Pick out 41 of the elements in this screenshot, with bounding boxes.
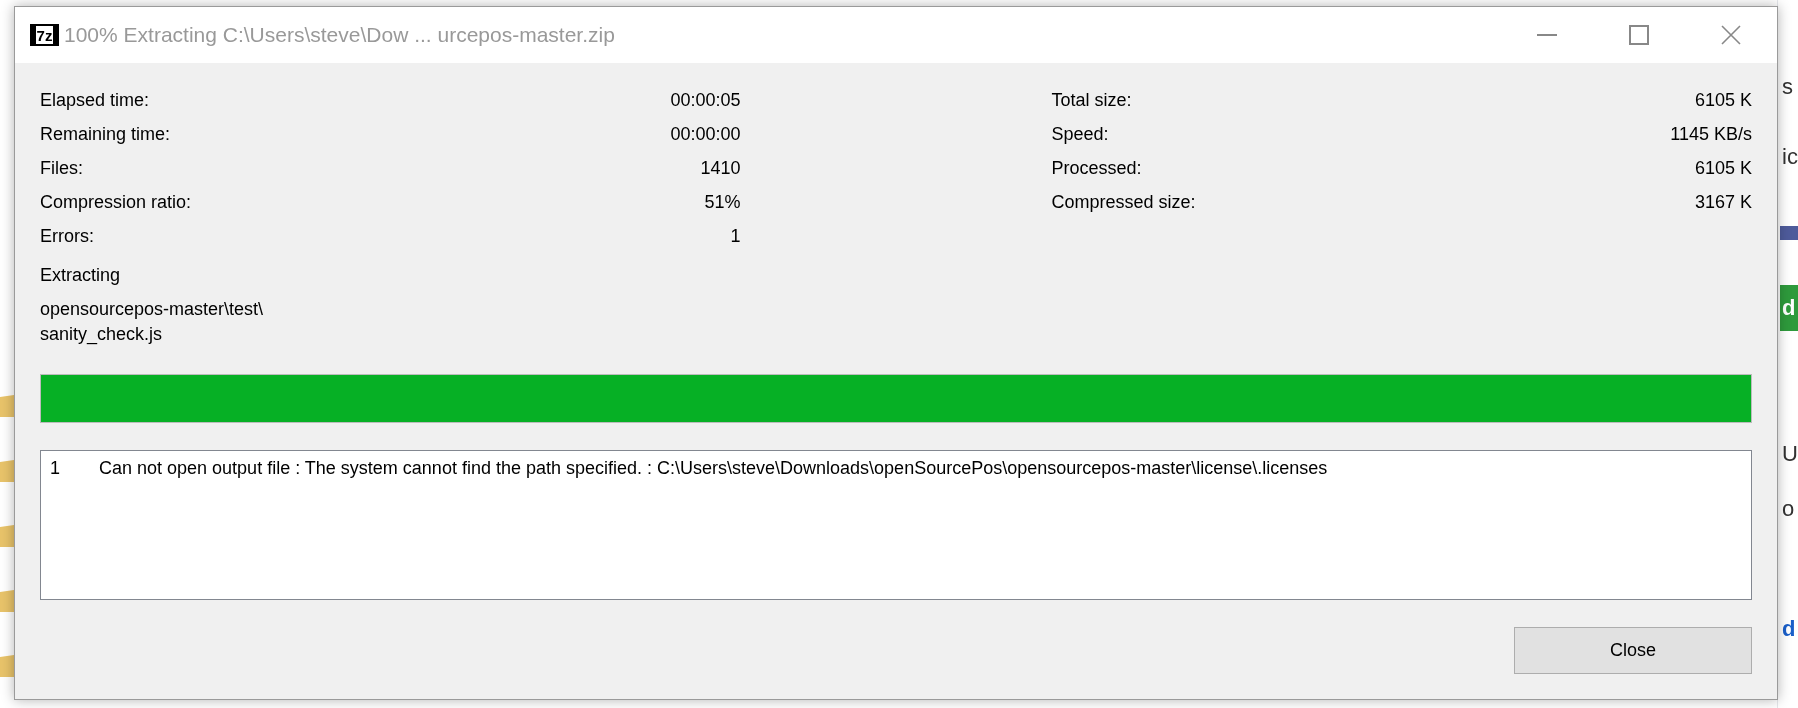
- stat-label: Total size:: [1051, 88, 1132, 112]
- folder-icon: [0, 655, 14, 677]
- close-icon: [1721, 25, 1741, 45]
- fragment-button[interactable]: d: [1780, 285, 1798, 331]
- stat-label: Compression ratio:: [40, 190, 192, 214]
- stat-label: Remaining time:: [40, 122, 171, 146]
- file-path: opensourcepos-master\test\: [40, 298, 265, 321]
- stat-value: 1145 KB/s: [1670, 122, 1752, 146]
- minimize-icon: [1537, 34, 1557, 36]
- folder-icon: [0, 460, 14, 482]
- window-title: 100% Extracting C:\Users\steve\Dow ... urcepos-master.zip: [64, 22, 615, 49]
- folder-icon: [0, 395, 14, 417]
- dialog-button[interactable]: Close: [1514, 627, 1752, 674]
- stat-label: Speed:: [1051, 122, 1109, 146]
- stat-value: 1: [730, 224, 741, 248]
- fragment-text: s: [1781, 73, 1794, 101]
- status-text: Extracting: [40, 264, 122, 287]
- stat-value: 1410: [700, 156, 741, 180]
- error-message: Can not open output file : The system cannot find the path specified. : C:\Users\steve\Downloads\openSourcePos\opensourcepos-master\license\.licenses: [99, 457, 1328, 479]
- fragment-link[interactable]: d: [1780, 612, 1798, 645]
- stat-value: 6105 K: [1694, 156, 1752, 180]
- maximize-icon: [1629, 25, 1649, 45]
- stat-value: 6105 K: [1694, 88, 1752, 112]
- folder-icon: [0, 590, 14, 612]
- header-strip: [1780, 226, 1798, 240]
- stat-label: Elapsed time:: [40, 88, 150, 112]
- stat-value: 00:00:05: [670, 88, 741, 112]
- file-path: sanity_check.js: [40, 323, 164, 347]
- fragment-text: ic: [1781, 143, 1798, 171]
- stat-value: 51%: [704, 190, 741, 214]
- stat-label: Compressed size:: [1051, 190, 1196, 214]
- stat-label: Files:: [40, 156, 83, 180]
- stat-label: Processed:: [1051, 156, 1142, 180]
- app-icon: 7z: [30, 24, 59, 46]
- fragment-text: o: [1781, 495, 1796, 523]
- fragment-text: U: [1781, 440, 1798, 468]
- stat-value: 3167 K: [1694, 190, 1752, 214]
- error-number: 1: [50, 457, 61, 479]
- folder-icon: [0, 525, 14, 547]
- stat-value: 00:00:00: [670, 122, 741, 146]
- stat-label: Errors:: [40, 224, 94, 248]
